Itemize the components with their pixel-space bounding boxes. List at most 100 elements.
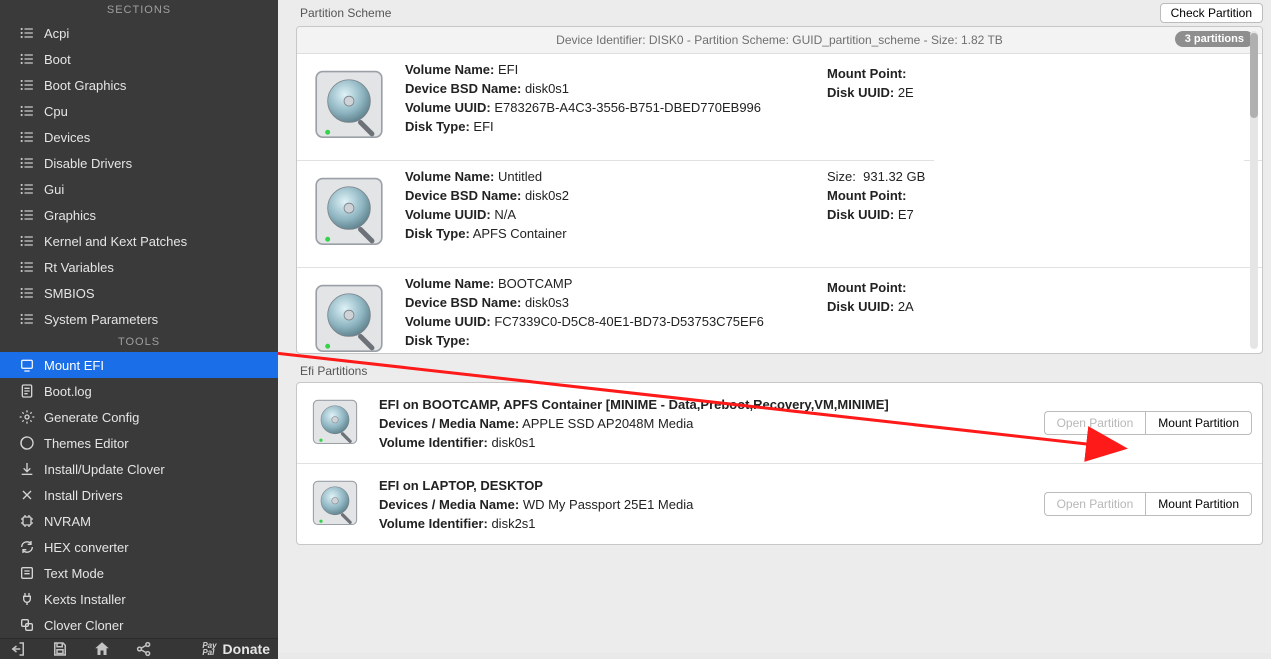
- sidebar-item-label: Generate Config: [44, 410, 268, 425]
- sidebar-item-text-mode[interactable]: Text Mode: [0, 560, 278, 586]
- save-icon[interactable]: [50, 639, 70, 659]
- main: Partition Scheme Check Partition Device …: [278, 0, 1271, 653]
- sidebar-item-mount-efi[interactable]: Mount EFI: [0, 352, 278, 378]
- efi-title: EFI on BOOTCAMP, APFS Container [MINIME …: [379, 397, 889, 412]
- sidebar-item-label: Text Mode: [44, 566, 268, 581]
- drive-icon: [303, 60, 395, 152]
- partitions-count-badge: 3 partitions: [1175, 31, 1254, 47]
- list-icon: [18, 128, 36, 146]
- download-icon: [18, 460, 36, 478]
- sidebar-item-rt-variables[interactable]: Rt Variables: [0, 254, 278, 280]
- sidebar-item-label: Kexts Installer: [44, 592, 268, 607]
- sidebar-item-install-update-clover[interactable]: Install/Update Clover: [0, 456, 278, 482]
- scrollbar[interactable]: [1250, 31, 1258, 349]
- drive-icon: [303, 167, 395, 259]
- sidebar-item-system-parameters[interactable]: System Parameters: [0, 306, 278, 332]
- list-icon: [18, 232, 36, 250]
- sidebar-item-label: Devices: [44, 130, 268, 145]
- sidebar-item-disable-drivers[interactable]: Disable Drivers: [0, 150, 278, 176]
- drive-icon: [305, 474, 365, 534]
- toolbar: Partition Scheme Check Partition: [278, 0, 1271, 26]
- sidebar-item-graphics[interactable]: Graphics: [0, 202, 278, 228]
- sidebar-item-label: Cpu: [44, 104, 268, 119]
- sidebar-item-nvram[interactable]: NVRAM: [0, 508, 278, 534]
- log-icon: [18, 382, 36, 400]
- open-partition-button[interactable]: Open Partition: [1044, 411, 1146, 435]
- sidebar-item-label: NVRAM: [44, 514, 268, 529]
- device-info-text: Device Identifier: DISK0 - Partition Sch…: [556, 33, 1003, 47]
- sidebar-item-clover-cloner[interactable]: Clover Cloner: [0, 612, 278, 638]
- efi-panel: EFI on BOOTCAMP, APFS Container [MINIME …: [296, 382, 1263, 545]
- check-partition-button[interactable]: Check Partition: [1160, 3, 1263, 23]
- sidebar-item-cpu[interactable]: Cpu: [0, 98, 278, 124]
- sidebar-item-label: Themes Editor: [44, 436, 268, 451]
- sidebar: SECTIONS Acpi Boot Boot Graphics Cpu Devices…: [0, 0, 278, 653]
- tools-icon: [18, 486, 36, 504]
- sidebar-item-label: Graphics: [44, 208, 268, 223]
- sidebar-item-label: System Parameters: [44, 312, 268, 327]
- partitions-panel: Device Identifier: DISK0 - Partition Sch…: [296, 26, 1263, 354]
- sidebar-item-hex-converter[interactable]: HEX converter: [0, 534, 278, 560]
- sidebar-item-label: SMBIOS: [44, 286, 268, 301]
- mount-partition-button[interactable]: Mount Partition: [1145, 411, 1252, 435]
- plug-icon: [18, 590, 36, 608]
- drive-icon: [303, 274, 395, 353]
- share-icon[interactable]: [134, 639, 154, 659]
- clone-icon: [18, 616, 36, 634]
- sidebar-item-install-drivers[interactable]: Install Drivers: [0, 482, 278, 508]
- paypal-label: PayPal: [202, 642, 216, 656]
- list-icon: [18, 24, 36, 42]
- partitions-panel-header: Device Identifier: DISK0 - Partition Sch…: [297, 27, 1262, 54]
- refresh-icon: [18, 538, 36, 556]
- mount-partition-button[interactable]: Mount Partition: [1145, 492, 1252, 516]
- list-icon: [18, 310, 36, 328]
- bottom-bar: PayPal Donate: [0, 638, 278, 659]
- sidebar-item-devices[interactable]: Devices: [0, 124, 278, 150]
- sidebar-item-label: Kernel and Kext Patches: [44, 234, 268, 249]
- list-icon: [18, 50, 36, 68]
- open-partition-button[interactable]: Open Partition: [1044, 492, 1146, 516]
- sidebar-item-themes-editor[interactable]: Themes Editor: [0, 430, 278, 456]
- tools-heading: TOOLS: [0, 332, 278, 352]
- themes-icon: [18, 434, 36, 452]
- sidebar-item-gui[interactable]: Gui: [0, 176, 278, 202]
- sidebar-item-kexts-installer[interactable]: Kexts Installer: [0, 586, 278, 612]
- sidebar-item-label: Install Drivers: [44, 488, 268, 503]
- sections-heading: SECTIONS: [0, 0, 278, 20]
- toolbar-title: Partition Scheme: [300, 6, 391, 20]
- text-icon: [18, 564, 36, 582]
- sidebar-item-label: HEX converter: [44, 540, 268, 555]
- efi-section-title: Efi Partitions: [278, 360, 1271, 380]
- home-icon[interactable]: [92, 639, 112, 659]
- sidebar-item-boot-log[interactable]: Boot.log: [0, 378, 278, 404]
- sidebar-item-boot[interactable]: Boot: [0, 46, 278, 72]
- list-icon: [18, 154, 36, 172]
- sidebar-item-label: Disable Drivers: [44, 156, 268, 171]
- list-icon: [18, 258, 36, 276]
- sidebar-item-label: Boot Graphics: [44, 78, 268, 93]
- sidebar-item-boot-graphics[interactable]: Boot Graphics: [0, 72, 278, 98]
- donate-label: Donate: [223, 641, 270, 657]
- config-icon: [18, 408, 36, 426]
- sidebar-item-label: Boot.log: [44, 384, 268, 399]
- list-icon: [18, 206, 36, 224]
- efi-row: EFI on BOOTCAMP, APFS Container [MINIME …: [297, 383, 1262, 464]
- logout-icon[interactable]: [8, 639, 28, 659]
- efi-row: EFI on LAPTOP, DESKTOP Devices / Media N…: [297, 464, 1262, 544]
- sidebar-item-kernel-and-kext-patches[interactable]: Kernel and Kext Patches: [0, 228, 278, 254]
- chip-icon: [18, 512, 36, 530]
- sidebar-item-label: Boot: [44, 52, 268, 67]
- sidebar-item-acpi[interactable]: Acpi: [0, 20, 278, 46]
- sidebar-item-label: Clover Cloner: [44, 618, 268, 633]
- donate-button[interactable]: PayPal Donate: [202, 641, 270, 657]
- partition-row[interactable]: Volume Name: Untitled Device BSD Name: d…: [297, 161, 1262, 268]
- sidebar-item-generate-config[interactable]: Generate Config: [0, 404, 278, 430]
- list-icon: [18, 180, 36, 198]
- sidebar-item-label: Rt Variables: [44, 260, 268, 275]
- list-icon: [18, 102, 36, 120]
- sidebar-item-label: Gui: [44, 182, 268, 197]
- sidebar-item-smbios[interactable]: SMBIOS: [0, 280, 278, 306]
- list-icon: [18, 76, 36, 94]
- list-icon: [18, 284, 36, 302]
- sidebar-item-label: Install/Update Clover: [44, 462, 268, 477]
